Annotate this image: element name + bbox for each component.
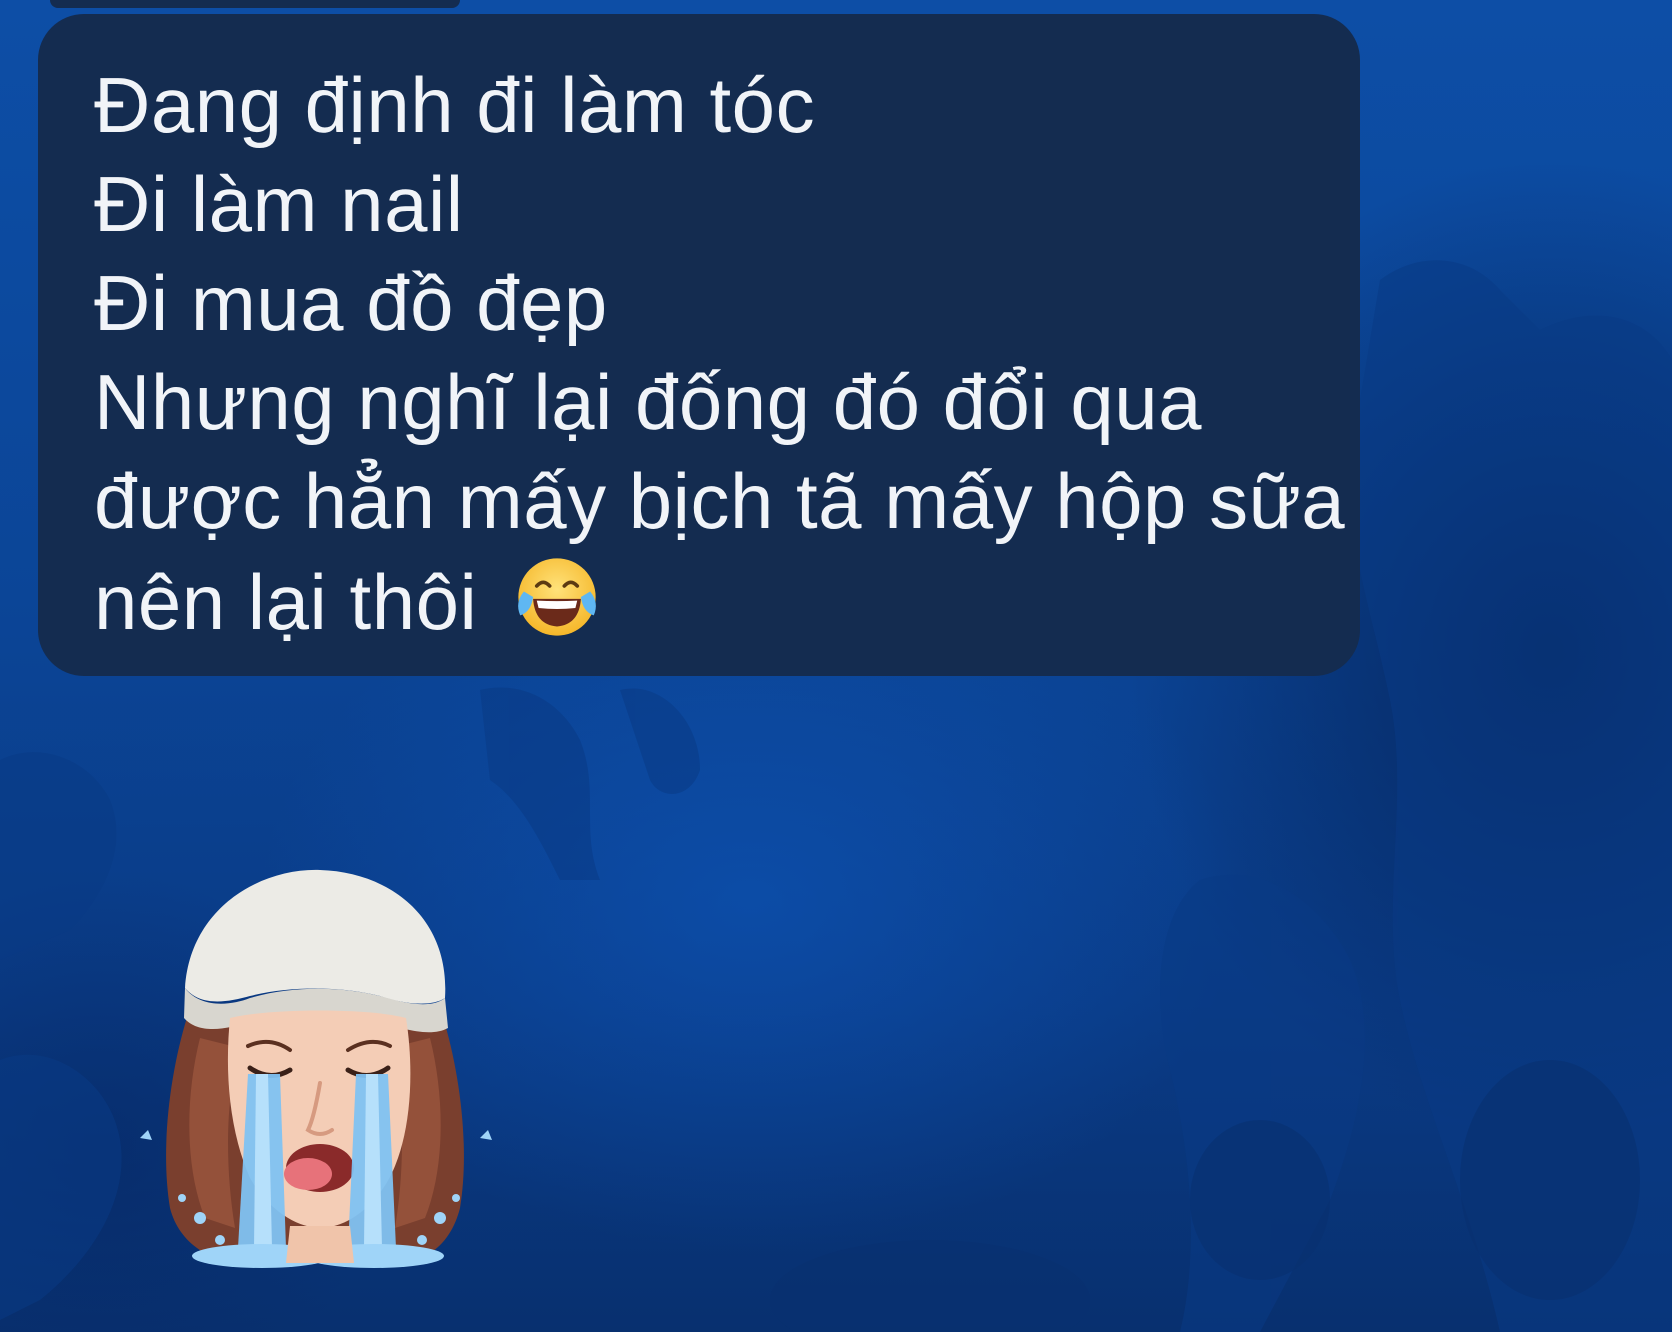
previous-message-edge [50, 0, 460, 8]
message-bubble[interactable]: Đang định đi làm tóc Đi làm nail Đi mua … [38, 14, 1360, 676]
face-with-tears-of-joy-icon [518, 558, 597, 636]
crying-avatar-sticker[interactable] [130, 868, 500, 1278]
chat-background: Đang định đi làm tóc Đi làm nail Đi mua … [0, 0, 1672, 1332]
message-line: Đi làm nail [94, 160, 464, 248]
message-line: Nhưng nghĩ lại đống đó đổi qua [94, 358, 1203, 446]
message-last-line: nên lại thôi [94, 551, 1320, 652]
message-line: được hẳn mấy bịch tã mấy hộp sữa [94, 457, 1346, 545]
message-line: Đang định đi làm tóc [94, 61, 816, 149]
message-line-text: nên lại thôi [94, 558, 478, 646]
message-line: Đi mua đồ đẹp [94, 259, 608, 347]
